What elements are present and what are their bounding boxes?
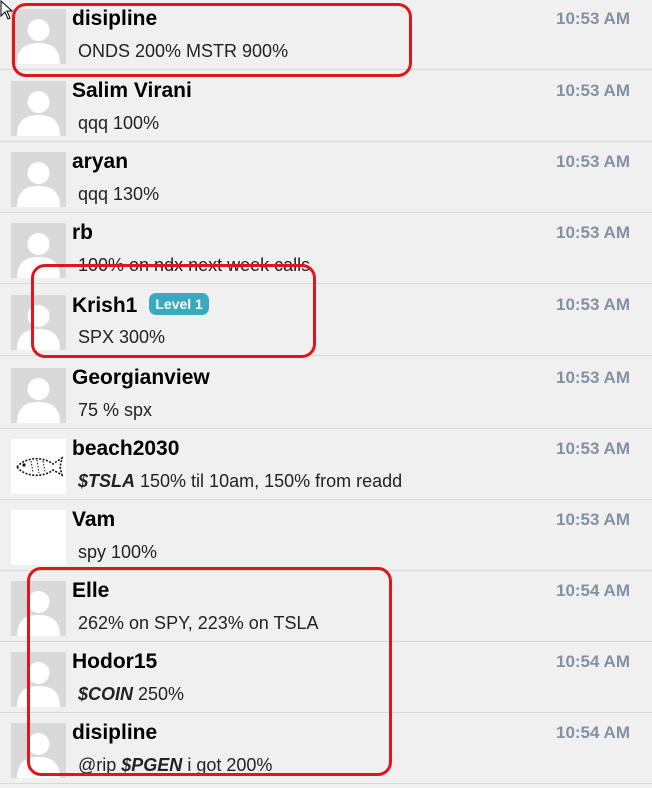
message-row[interactable]: beach2030 10:53 AM $TSLA 150% til 10am, 15… xyxy=(0,430,652,500)
user-avatar[interactable] xyxy=(11,223,66,278)
message-row[interactable]: disipline 10:54 AM @rip $PGEN i got 200% xyxy=(0,714,652,784)
user-avatar[interactable] xyxy=(11,295,66,350)
username-text[interactable]: beach2030 xyxy=(72,437,179,460)
message-row[interactable]: Salim Virani 10:53 AM qqq 100% xyxy=(0,72,652,142)
message-row[interactable]: Hodor15 10:54 AM $COIN 250% xyxy=(0,643,652,713)
username-text[interactable]: Salim Virani xyxy=(72,79,192,102)
username-text[interactable]: Hodor15 xyxy=(72,650,157,673)
message-segment: 262% on SPY, 223% on TSLA xyxy=(78,613,319,633)
timestamp: 10:54 AM xyxy=(555,723,630,742)
message-text: $COIN 250% xyxy=(78,684,184,705)
message-text: $TSLA 150% til 10am, 150% from readd xyxy=(78,471,402,492)
mouse-cursor-icon xyxy=(0,0,14,20)
default-user-icon xyxy=(11,9,66,64)
message-row[interactable]: Krish1 Level 1 10:53 AM SPX 300% xyxy=(0,286,652,356)
timestamp: 10:53 AM xyxy=(555,9,630,28)
default-user-icon xyxy=(11,368,66,423)
message-feed: disipline 10:53 AM ONDS 200% MSTR 900% Sali… xyxy=(0,0,652,788)
message-row[interactable]: Elle 10:54 AM 262% on SPY, 223% on TSLA xyxy=(0,572,652,642)
message-segment: 150% til 10am, 150% from readd xyxy=(135,471,403,491)
timestamp: 10:53 AM xyxy=(555,223,630,242)
username-text[interactable]: rb xyxy=(72,221,93,244)
message-text: 100% on ndx next week calls xyxy=(78,255,310,276)
user-avatar[interactable] xyxy=(11,723,66,778)
username[interactable]: Elle xyxy=(72,579,109,603)
timestamp: 10:53 AM xyxy=(555,295,630,314)
username[interactable]: Hodor15 xyxy=(72,650,157,674)
username[interactable]: beach2030 xyxy=(72,437,179,461)
message-text: ONDS 200% MSTR 900% xyxy=(78,41,288,62)
ticker-link[interactable]: $PGEN xyxy=(121,755,182,775)
username[interactable]: aryan xyxy=(72,150,128,174)
timestamp: 10:53 AM xyxy=(555,510,630,529)
user-avatar[interactable] xyxy=(11,152,66,207)
message-segment: qqq 100% xyxy=(78,113,160,133)
username-text[interactable]: Vam xyxy=(72,508,115,531)
message-segment: @rip xyxy=(78,755,122,775)
default-user-icon xyxy=(11,723,66,778)
message-text: qqq 130% xyxy=(78,184,159,205)
message-text: spy 100% xyxy=(78,542,157,563)
username-text[interactable]: disipline xyxy=(72,7,157,30)
username-text[interactable]: Elle xyxy=(72,579,109,602)
default-user-icon xyxy=(11,81,66,136)
username[interactable]: Vam xyxy=(72,508,115,532)
message-row[interactable]: Vam 10:53 AM spy 100% xyxy=(0,501,652,571)
username[interactable]: Krish1 Level 1 xyxy=(72,293,209,318)
user-avatar[interactable] xyxy=(11,81,66,136)
user-avatar[interactable] xyxy=(11,581,66,636)
message-text: SPX 300% xyxy=(78,327,165,348)
username-text[interactable]: disipline xyxy=(72,721,157,744)
ticker-link[interactable]: $TSLA xyxy=(78,471,135,491)
message-segment: 250% xyxy=(133,684,185,704)
timestamp: 10:53 AM xyxy=(555,368,630,387)
username-text[interactable]: Georgianview xyxy=(72,366,210,389)
user-avatar[interactable] xyxy=(11,368,66,423)
username[interactable]: disipline xyxy=(72,7,157,31)
username-text[interactable]: aryan xyxy=(72,150,128,173)
username[interactable]: Salim Virani xyxy=(72,79,192,103)
timestamp: 10:53 AM xyxy=(555,152,630,171)
user-avatar[interactable] xyxy=(11,439,66,494)
user-avatar[interactable] xyxy=(11,652,66,707)
message-row[interactable]: disipline 10:53 AM ONDS 200% MSTR 900% xyxy=(0,0,652,70)
level-badge: Level 1 xyxy=(149,293,209,315)
timestamp: 10:54 AM xyxy=(555,652,630,671)
username-text[interactable]: Krish1 xyxy=(72,294,137,317)
fish-avatar-icon xyxy=(11,439,66,494)
message-segment: SPX 300% xyxy=(78,327,166,347)
message-segment: ONDS 200% MSTR 900% xyxy=(78,41,289,61)
message-segment: spy 100% xyxy=(78,542,158,562)
timestamp: 10:53 AM xyxy=(555,439,630,458)
message-text: @rip $PGEN i got 200% xyxy=(78,755,272,776)
user-avatar[interactable] xyxy=(11,510,66,565)
default-user-icon xyxy=(11,295,66,350)
message-text: qqq 100% xyxy=(78,113,159,134)
default-user-icon xyxy=(11,152,66,207)
timestamp: 10:54 AM xyxy=(555,581,630,600)
timestamp: 10:53 AM xyxy=(555,81,630,100)
message-segment: i got 200% xyxy=(182,755,273,775)
message-text: 75 % spx xyxy=(78,400,152,421)
default-user-icon xyxy=(11,652,66,707)
ticker-link[interactable]: $COIN xyxy=(78,684,133,704)
message-row[interactable]: rb 10:53 AM 100% on ndx next week calls xyxy=(0,214,652,284)
message-segment: qqq 130% xyxy=(78,184,160,204)
user-avatar[interactable] xyxy=(11,9,66,64)
default-user-icon xyxy=(11,581,66,636)
message-text: 262% on SPY, 223% on TSLA xyxy=(78,613,319,634)
default-user-icon xyxy=(11,223,66,278)
username[interactable]: disipline xyxy=(72,721,157,745)
message-segment: 100% on ndx next week calls xyxy=(78,255,311,275)
message-row[interactable]: aryan 10:53 AM qqq 130% xyxy=(0,143,652,213)
message-segment: 75 % spx xyxy=(78,400,153,420)
username[interactable]: rb xyxy=(72,221,93,245)
message-row[interactable]: Georgianview 10:53 AM 75 % spx xyxy=(0,359,652,429)
username[interactable]: Georgianview xyxy=(72,366,210,390)
